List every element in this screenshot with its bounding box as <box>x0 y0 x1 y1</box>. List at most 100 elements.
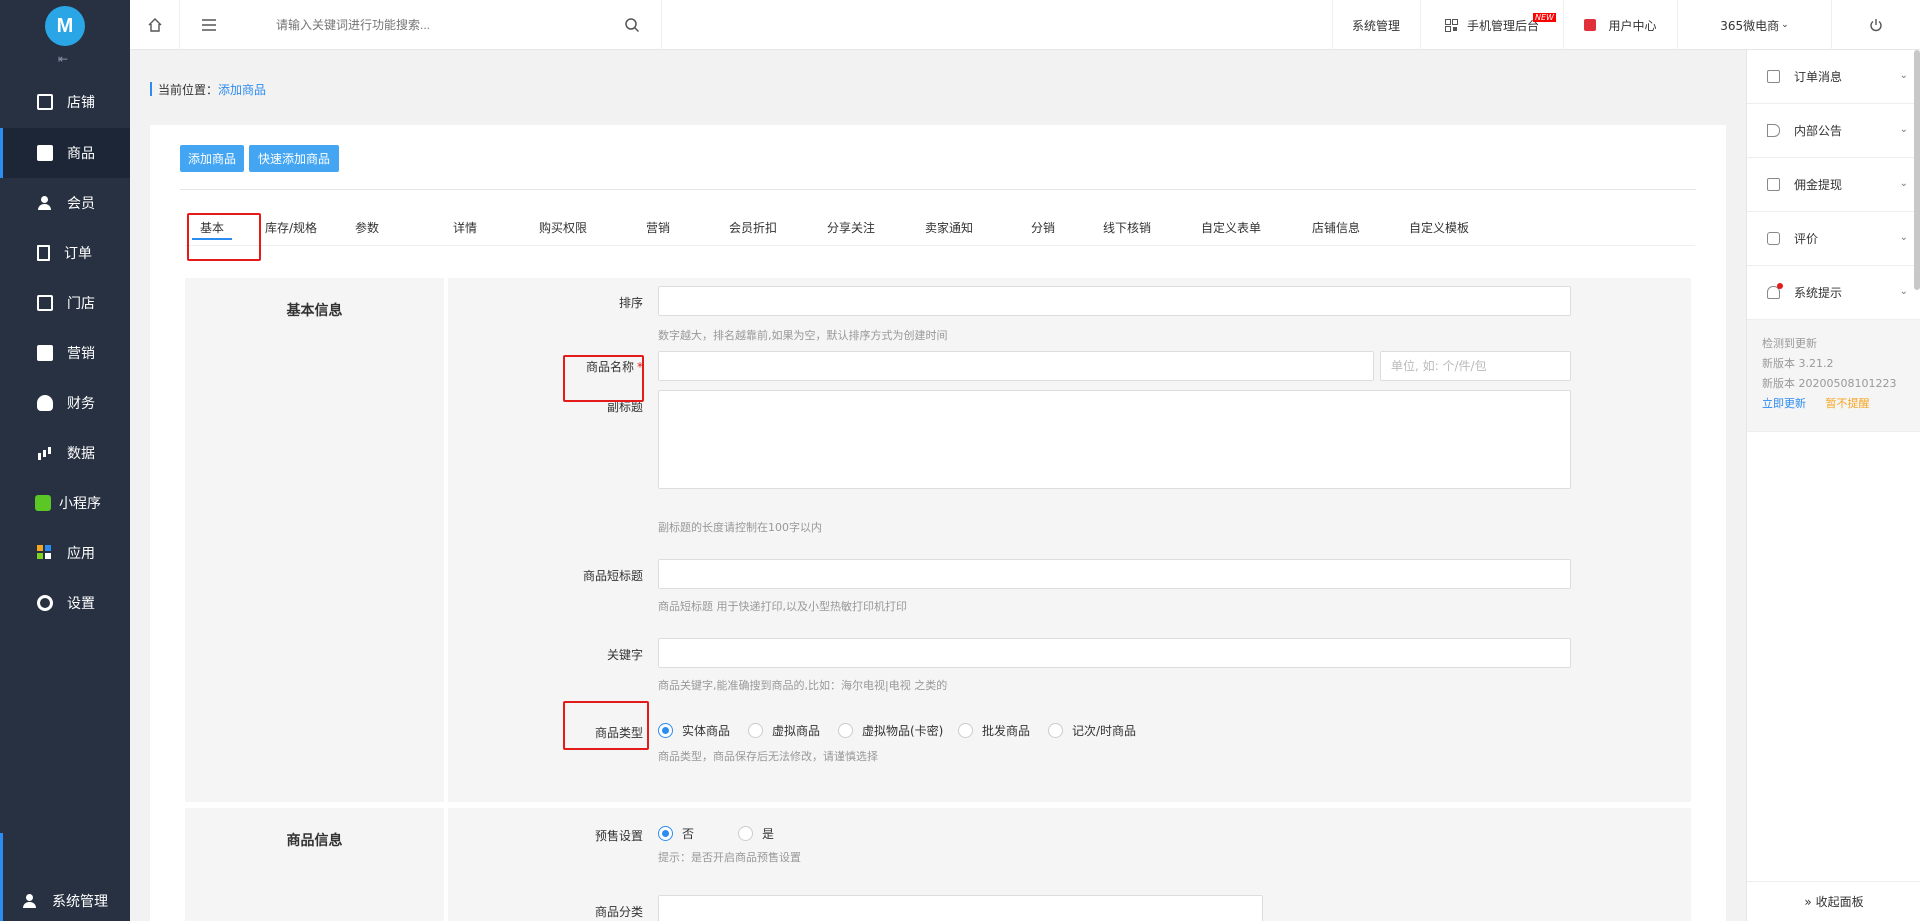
tab-seller-notify[interactable]: 卖家通知 <box>921 216 977 246</box>
collapse-panel-button[interactable]: » 收起面板 <box>1747 881 1920 921</box>
type-radio-count-time[interactable]: 记次/时商品 <box>1048 722 1136 739</box>
mobile-admin-link[interactable]: 手机管理后台 NEW <box>1421 0 1564 50</box>
type-radio-physical[interactable]: 实体商品 <box>658 722 730 739</box>
shop-switcher[interactable]: 365微电商 ⌄ <box>1678 0 1832 50</box>
breadcrumb-current[interactable]: 添加商品 <box>218 81 266 98</box>
goods-type-hint: 商品类型，商品保存后无法修改，请谨慎选择 <box>658 750 878 763</box>
sidebar-item-label: 财务 <box>67 396 95 412</box>
admin-user-icon <box>22 893 38 909</box>
home-button[interactable] <box>130 0 180 50</box>
order-messages-item[interactable]: 订单消息 ⌄ <box>1747 50 1920 104</box>
presale-hint: 提示：是否开启商品预售设置 <box>658 851 801 864</box>
category-select[interactable] <box>658 895 1263 921</box>
megaphone-icon <box>1767 124 1780 137</box>
tab-distribution[interactable]: 分销 <box>1023 216 1063 246</box>
right-panel: 订单消息 ⌄ 内部公告 ⌄ 佣金提现 ⌄ 评价 ⌄ 系统提示 ⌄ 检测到更新 新版本 3.… <box>1746 50 1920 921</box>
radio-dot <box>658 723 673 738</box>
presale-radio-no[interactable]: 否 <box>658 825 694 842</box>
search-button[interactable] <box>602 0 662 50</box>
sidebar-item-goods[interactable]: 商品 <box>0 128 130 178</box>
tab-marketing[interactable]: 营销 <box>638 216 678 246</box>
sidebar-system-manage[interactable]: 系统管理 <box>0 833 130 921</box>
add-goods-button[interactable]: 添加商品 <box>180 145 244 172</box>
sidebar-item-data[interactable]: 数据 <box>0 428 130 478</box>
user-center-link[interactable]: 用户中心 <box>1564 0 1678 50</box>
sidebar-item-miniprogram[interactable]: 小程序 <box>0 478 130 528</box>
sidebar-item-member[interactable]: 会员 <box>0 178 130 228</box>
bell-icon <box>1767 283 1783 299</box>
tab-shop-info[interactable]: 店铺信息 <box>1308 216 1364 246</box>
sidebar-item-finance[interactable]: 财务 <box>0 378 130 428</box>
sidebar-item-label: 门店 <box>67 296 95 312</box>
commission-withdraw-item[interactable]: 佣金提现 ⌄ <box>1747 158 1920 212</box>
radio-dot <box>1048 723 1063 738</box>
sidebar-item-store[interactable]: 店铺 <box>0 77 130 127</box>
type-radio-virtual[interactable]: 虚拟商品 <box>748 722 820 739</box>
keywords-hint: 商品关键字,能准确搜到商品的,比如：海尔电视|电视 之类的 <box>658 679 948 692</box>
subtitle-textarea[interactable] <box>658 390 1571 489</box>
chevron-down-icon: ⌄ <box>1899 70 1908 81</box>
unit-input[interactable]: 单位, 如: 个/件/包 <box>1380 351 1571 381</box>
type-radio-virtual-card[interactable]: 虚拟物品(卡密) <box>838 722 943 739</box>
brand-logo[interactable]: M <box>45 6 85 46</box>
sort-input[interactable] <box>658 286 1571 316</box>
power-icon <box>1870 19 1882 32</box>
tab-share-follow[interactable]: 分享关注 <box>823 216 879 246</box>
tab-stock[interactable]: 库存/规格 <box>257 216 325 246</box>
radio-dot <box>838 723 853 738</box>
tab-member-discount[interactable]: 会员折扣 <box>725 216 781 246</box>
tab-custom-template[interactable]: 自定义模板 <box>1404 216 1474 246</box>
remind-later-link[interactable]: 暂不提醒 <box>1826 397 1870 410</box>
form-panel: 添加商品 快速添加商品 基本 库存/规格 参数 详情 购买权限 营销 会员折扣 … <box>150 125 1726 921</box>
sidebar-item-label: 小程序 <box>59 496 101 512</box>
update-now-link[interactable]: 立即更新 <box>1762 397 1806 410</box>
sidebar-item-settings[interactable]: 设置 <box>0 578 130 628</box>
breadcrumb: 当前位置： 添加商品 <box>150 81 266 98</box>
sidebar-item-label: 营销 <box>67 346 95 362</box>
presale-radio-yes[interactable]: 是 <box>738 825 774 842</box>
system-tips-item[interactable]: 系统提示 ⌄ <box>1747 266 1920 320</box>
mini-program-icon <box>35 495 51 511</box>
highlight-box <box>563 701 649 750</box>
presale-label: 预售设置 <box>594 829 643 843</box>
section-title: 基本信息 <box>185 278 444 802</box>
menu-toggle-button[interactable] <box>180 0 238 50</box>
shop-icon <box>37 295 53 311</box>
search-icon <box>625 18 640 33</box>
sidebar-item-label: 数据 <box>67 446 95 462</box>
reviews-item[interactable]: 评价 ⌄ <box>1747 212 1920 266</box>
tab-offline-verify[interactable]: 线下核销 <box>1099 216 1155 246</box>
short-title-input[interactable] <box>658 559 1571 589</box>
sidebar-item-marketing[interactable]: 营销 <box>0 328 130 378</box>
goods-name-input[interactable] <box>658 351 1374 381</box>
goods-icon <box>37 145 53 161</box>
sidebar-item-order[interactable]: 订单 <box>0 228 130 278</box>
tab-purchase-permission[interactable]: 购买权限 <box>535 216 591 246</box>
logout-button[interactable] <box>1832 0 1920 50</box>
tab-custom-form[interactable]: 自定义表单 <box>1196 216 1266 246</box>
tab-detail[interactable]: 详情 <box>445 216 485 246</box>
tab-params[interactable]: 参数 <box>347 216 387 246</box>
withdraw-icon <box>1767 178 1780 191</box>
quick-add-goods-button[interactable]: 快速添加商品 <box>249 145 339 172</box>
gift-icon <box>37 345 53 361</box>
money-bag-icon <box>37 395 53 411</box>
sidebar-item-label: 商品 <box>67 146 95 162</box>
internal-notice-item[interactable]: 内部公告 ⌄ <box>1747 104 1920 158</box>
chevron-down-icon: ⌄ <box>1781 20 1789 30</box>
scrollbar[interactable] <box>1914 50 1920 290</box>
chevron-down-icon: ⌄ <box>1899 124 1908 135</box>
apps-icon <box>37 545 53 561</box>
type-radio-wholesale[interactable]: 批发商品 <box>958 722 1030 739</box>
sidebar-item-apps[interactable]: 应用 <box>0 528 130 578</box>
radio-dot <box>738 826 753 841</box>
store-icon <box>37 94 53 110</box>
sidebar-item-label: 订单 <box>64 246 92 262</box>
system-manage-link[interactable]: 系统管理 <box>1332 0 1421 50</box>
chevron-down-icon: ⌄ <box>1899 178 1908 189</box>
qrcode-icon <box>1444 18 1458 32</box>
keywords-input[interactable] <box>658 638 1571 668</box>
sidebar-item-shop[interactable]: 门店 <box>0 278 130 328</box>
subtitle-hint: 副标题的长度请控制在100字以内 <box>658 521 822 534</box>
sidebar-collapse-icon[interactable]: ⇤ <box>58 52 68 66</box>
